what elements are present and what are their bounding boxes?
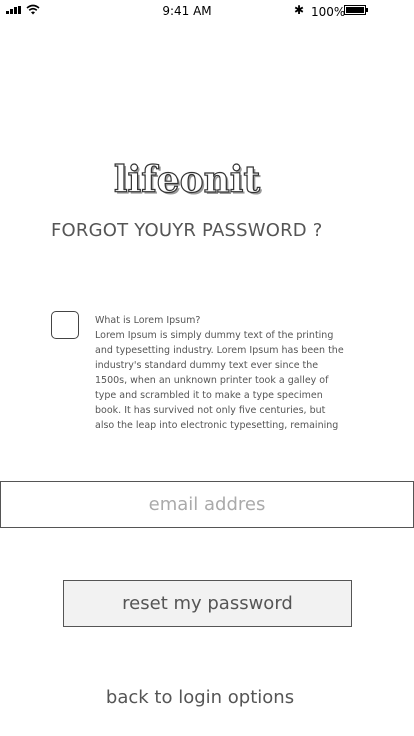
battery-percent: 100% (311, 5, 346, 19)
battery-tip (366, 8, 368, 12)
reset-password-button[interactable]: reset my password (63, 580, 352, 627)
back-to-login-link[interactable]: back to login options (0, 687, 400, 708)
info-checkbox[interactable] (51, 311, 79, 339)
info-title: What is Lorem Ipsum? (95, 315, 201, 326)
forgot-password-screen: 9:41 AM ✱ 100% lifeonit FORGOT YOUYR PAS… (0, 0, 414, 736)
bluetooth-icon: ✱ (294, 3, 305, 17)
email-field[interactable] (0, 481, 414, 528)
app-logo: lifeonit (113, 159, 261, 201)
page-title: FORGOT YOUYR PASSWORD ? (51, 220, 323, 241)
status-bar: 9:41 AM ✱ 100% (0, 0, 414, 22)
info-text-block: What is Lorem Ipsum? Lorem Ipsum is simp… (95, 313, 345, 433)
battery-icon (344, 5, 366, 15)
info-body: Lorem Ipsum is simply dummy text of the … (95, 330, 344, 431)
